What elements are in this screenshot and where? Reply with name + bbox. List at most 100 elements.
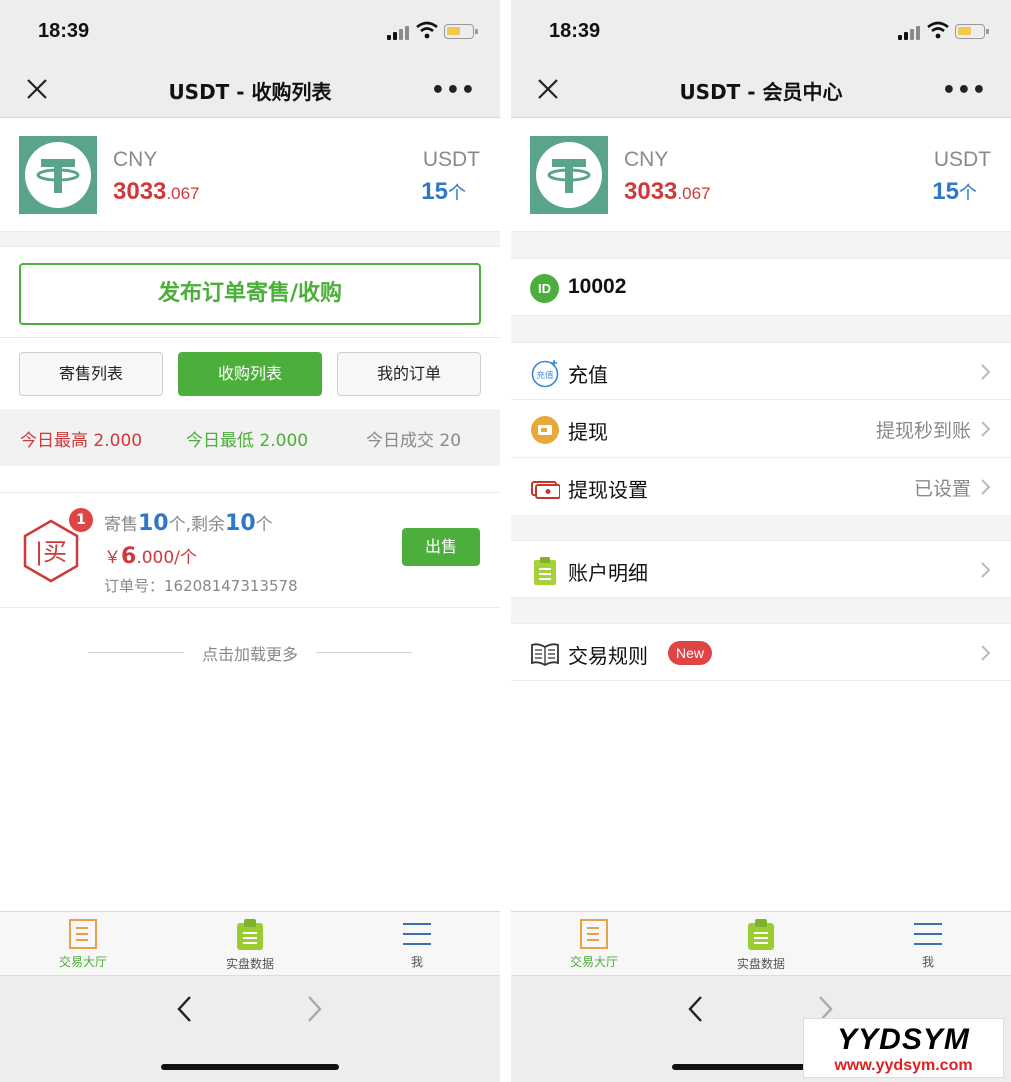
wifi-icon <box>416 21 438 39</box>
menu-lines-icon <box>403 923 431 945</box>
back-arrow-icon[interactable] <box>174 994 194 1024</box>
back-arrow-icon[interactable] <box>685 994 705 1024</box>
cny-label: CNY <box>624 148 669 171</box>
withdraw-icon <box>531 416 559 444</box>
tabbar-item-live-data[interactable]: 实盘数据 <box>711 918 811 974</box>
member-id: 10002 <box>568 275 627 298</box>
book-icon <box>531 643 559 667</box>
screenshot-gap <box>500 0 511 1082</box>
menu-value: 已设置 <box>913 478 971 500</box>
signal-icon <box>387 24 409 40</box>
chevron-right-icon <box>981 479 991 495</box>
home-indicator[interactable] <box>161 1064 339 1070</box>
tabbar-item-me[interactable]: 我 <box>367 918 467 974</box>
nav-bar: USDT - 收购列表 ••• <box>0 62 500 118</box>
menu-label: 账户明细 <box>568 561 648 585</box>
menu-label: 提现 <box>568 420 608 444</box>
usdt-balance: 15个 <box>421 178 466 205</box>
nav-bar: USDT - 会员中心 ••• <box>511 62 1011 118</box>
battery-icon <box>955 24 989 39</box>
tether-logo <box>530 136 608 214</box>
battery-icon <box>444 24 478 39</box>
new-badge: New <box>668 641 713 665</box>
svg-text:|买: |买 <box>35 538 67 566</box>
recharge-icon: 充值 <box>531 360 559 388</box>
menu-item-account-details[interactable]: 账户明细 <box>511 540 1011 598</box>
status-time: 18:39 <box>38 20 90 42</box>
forward-arrow-icon[interactable] <box>305 994 325 1024</box>
stat-deal: 今日成交 20 <box>366 431 462 451</box>
tab-purchase-list[interactable]: 收购列表 <box>178 352 322 396</box>
tab-my-orders[interactable]: 我的订单 <box>337 352 481 396</box>
more-icon[interactable]: ••• <box>431 78 476 103</box>
browser-toolbar <box>0 975 500 1082</box>
menu-lines-icon <box>914 923 942 945</box>
usdt-balance: 15个 <box>932 178 977 205</box>
tether-logo <box>19 136 97 214</box>
member-id-row: ID 10002 <box>511 258 1011 316</box>
section-divider <box>0 466 500 492</box>
order-tabs: 寄售列表 收购列表 我的订单 <box>0 337 500 409</box>
cny-balance: 3033.067 <box>624 178 711 205</box>
menu-label: 交易规则 <box>568 644 648 668</box>
signal-icon <box>898 24 920 40</box>
tabbar-item-me[interactable]: 我 <box>878 918 978 974</box>
section-divider <box>511 598 1011 623</box>
menu-item-withdraw[interactable]: 提现 提现秒到账 <box>511 400 1011 458</box>
tab-consign-list[interactable]: 寄售列表 <box>19 352 163 396</box>
clipboard-icon <box>237 919 263 950</box>
tabbar-item-trading-hall[interactable]: 交易大厅 <box>33 918 133 974</box>
tabbar-item-live-data[interactable]: 实盘数据 <box>200 918 300 974</box>
order-number: 订单号：16208147313578 <box>104 577 298 595</box>
order-item[interactable]: |买 1 寄售10个,剩余10个 ￥6.000/个 订单号：1620814731… <box>0 492 500 608</box>
chevron-right-icon <box>981 421 991 437</box>
card-icon <box>531 481 560 499</box>
usdt-label: USDT <box>933 148 991 171</box>
section-divider <box>511 515 1011 540</box>
clipboard-icon <box>534 557 556 585</box>
today-stats: 今日最高 2.000 今日最低 2.000 今日成交 20 <box>0 409 500 466</box>
menu-label: 充值 <box>568 363 608 387</box>
id-icon: ID <box>530 274 559 303</box>
usdt-label: USDT <box>422 148 480 171</box>
more-icon[interactable]: ••• <box>942 78 987 103</box>
sell-button[interactable]: 出售 <box>402 528 480 566</box>
buy-hexagon-icon: |买 <box>23 519 79 583</box>
menu-item-recharge[interactable]: 充值 充值 <box>511 342 1011 400</box>
bottom-tab-bar: 交易大厅 实盘数据 我 <box>0 911 500 975</box>
load-more[interactable]: 点击加载更多 <box>0 640 500 666</box>
status-time: 18:39 <box>549 20 601 42</box>
stat-high: 今日最高 2.000 <box>20 431 143 451</box>
balance-header: CNY 3033.067 USDT 15个 <box>0 118 500 232</box>
order-price: ￥6.000/个 <box>104 544 197 569</box>
page-title: USDT - 会员中心 <box>679 80 843 104</box>
chevron-right-icon <box>981 645 991 661</box>
left-phone-screen: 18:39 USDT - 收购列表 ••• CNY 3033.067 USDT … <box>0 0 500 1082</box>
chevron-right-icon <box>981 562 991 578</box>
load-more-label[interactable]: 点击加载更多 <box>0 641 500 665</box>
chevron-right-icon <box>981 364 991 380</box>
status-bar: 18:39 <box>511 0 1011 62</box>
publish-order-button[interactable]: 发布订单寄售/收购 <box>19 263 481 325</box>
stat-low: 今日最低 2.000 <box>186 431 309 451</box>
section-divider <box>0 232 500 246</box>
menu-item-trade-rules[interactable]: 交易规则 New <box>511 623 1011 681</box>
menu-label: 提现设置 <box>568 478 648 502</box>
menu-value: 提现秒到账 <box>875 420 971 442</box>
status-bar: 18:39 <box>0 0 500 62</box>
cny-label: CNY <box>113 148 158 171</box>
section-divider <box>511 232 1011 258</box>
tabbar-item-trading-hall[interactable]: 交易大厅 <box>544 918 644 974</box>
watermark: YYDSYM www.yydsym.com <box>803 1018 1004 1078</box>
document-icon <box>580 919 608 949</box>
section-divider <box>511 316 1011 342</box>
balance-header: CNY 3033.067 USDT 15个 <box>511 118 1011 232</box>
watermark-url: www.yydsym.com <box>834 1057 973 1074</box>
order-quantity: 寄售10个,剩余10个 <box>104 511 273 536</box>
menu-item-withdraw-settings[interactable]: 提现设置 已设置 <box>511 458 1011 516</box>
order-count-badge: 1 <box>69 508 93 532</box>
bottom-tab-bar: 交易大厅 实盘数据 我 <box>511 911 1011 975</box>
watermark-title: YYDSYM <box>837 1023 970 1056</box>
cny-balance: 3033.067 <box>113 178 200 205</box>
right-phone-screen: 18:39 USDT - 会员中心 ••• CNY 3033.067 USDT … <box>511 0 1011 1082</box>
